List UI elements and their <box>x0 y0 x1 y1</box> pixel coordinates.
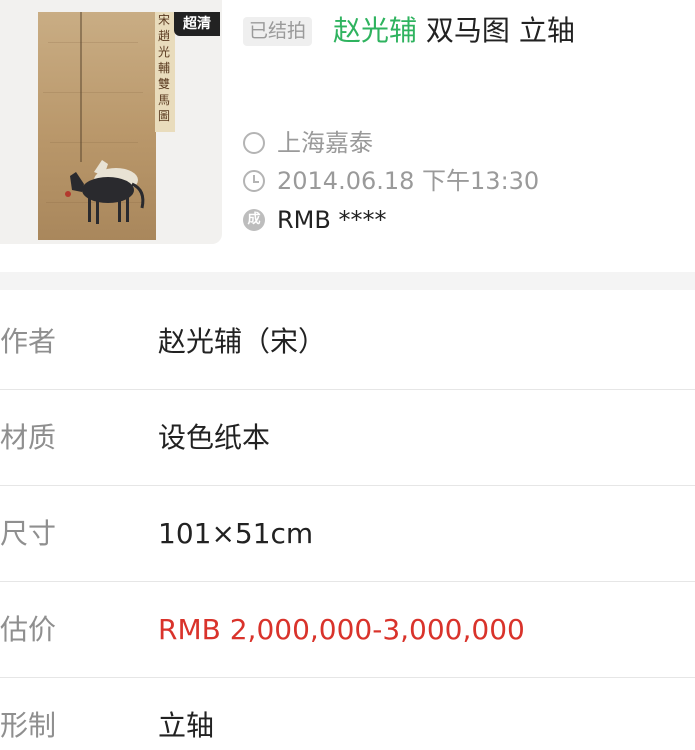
lot-thumbnail[interactable]: 宋趙光輔雙馬圖 超清 <box>0 0 222 244</box>
detail-label: 作者 <box>0 325 57 358</box>
inscription-text: 宋趙光輔雙馬圖 <box>158 13 171 123</box>
detail-value: 立轴 <box>158 709 215 742</box>
clock-icon <box>243 170 265 192</box>
auction-house: 上海嘉泰 <box>277 129 373 157</box>
deal-price: RMB **** <box>277 206 387 234</box>
detail-label: 材质 <box>0 421 57 454</box>
detail-row-size: 尺寸 101×51cm <box>0 486 695 582</box>
status-tag: 已结拍 <box>243 17 313 46</box>
horses-illustration <box>65 160 145 224</box>
datetime-line: 2014.06.18 下午13:30 <box>243 165 539 197</box>
estimate-value: RMB 2,000,000-3,000,000 <box>158 613 525 646</box>
artist-link[interactable]: 赵光辅 <box>333 14 417 47</box>
hd-badge: 超清 <box>174 12 220 36</box>
auction-datetime: 2014.06.18 下午13:30 <box>277 167 540 195</box>
detail-row-author: 作者 赵光辅（宋） <box>0 294 695 390</box>
detail-label: 尺寸 <box>0 517 57 550</box>
deal-price-line: 成 RMB **** <box>243 204 386 236</box>
work-title: 双马图 立轴 <box>425 14 575 47</box>
detail-row-format: 形制 立轴 <box>0 678 695 750</box>
detail-row-estimate: 估价 RMB 2,000,000-3,000,000 <box>0 582 695 678</box>
auction-house-icon <box>243 132 265 154</box>
section-divider <box>0 272 695 290</box>
deal-icon: 成 <box>243 209 265 231</box>
auction-house-line[interactable]: 上海嘉泰 <box>243 127 373 159</box>
detail-value: 赵光辅（宋） <box>158 325 327 358</box>
detail-row-material: 材质 设色纸本 <box>0 390 695 486</box>
detail-value: 设色纸本 <box>158 421 271 454</box>
painting-image <box>38 12 156 240</box>
detail-label: 形制 <box>0 709 57 742</box>
lot-title: 赵光辅 双马图 立轴 <box>333 12 575 50</box>
detail-label: 估价 <box>0 613 57 646</box>
detail-value: 101×51cm <box>158 517 314 550</box>
lot-header: 宋趙光輔雙馬圖 超清 已结拍 赵光辅 双马图 立轴 上海嘉泰 2014.06.1… <box>0 0 695 272</box>
